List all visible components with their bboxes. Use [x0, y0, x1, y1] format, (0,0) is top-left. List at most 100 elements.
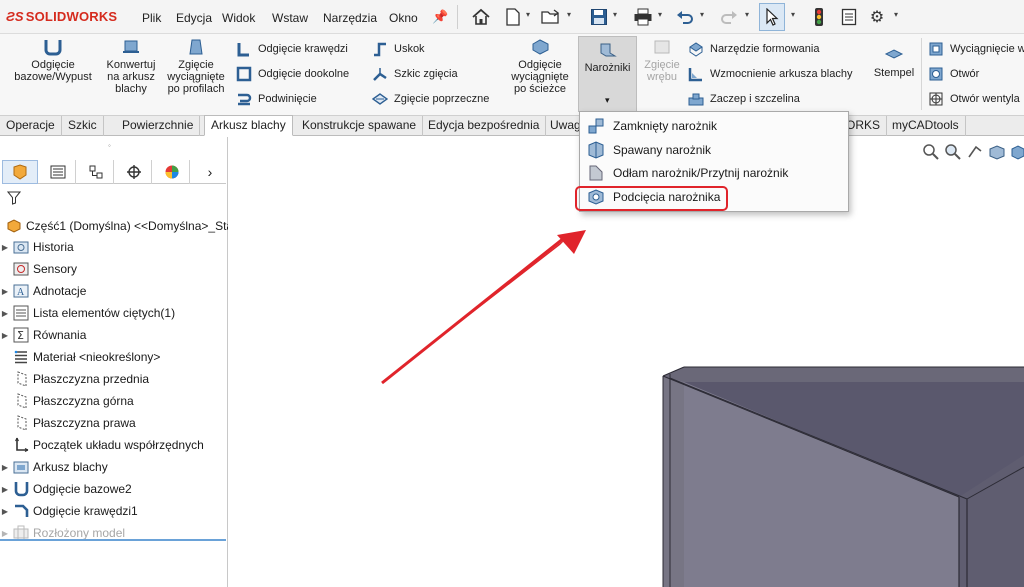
hem-button[interactable]: Podwinięcie [236, 90, 317, 108]
edge-flange-button[interactable]: Odgięcie krawędzi [236, 40, 348, 58]
solidworks-logo[interactable]: ƧS SOLIDWORKS [6, 9, 117, 24]
tree-item-historia[interactable]: ▶ Historia [0, 237, 228, 257]
chevron-down-icon[interactable]: ▾ [658, 10, 662, 19]
tree-item-odgiecie-krawedzi1[interactable]: ▶ Odgięcie krawędzi1 [0, 501, 228, 521]
extruded-cut-button[interactable]: Wyciągnięcie w [928, 40, 1024, 58]
corners-button-inner[interactable]: Narożniki [579, 41, 636, 74]
tree-item-plaszczyzna-przednia[interactable]: Płaszczyzna przednia [0, 369, 228, 389]
menu-edycja[interactable]: Edycja [176, 11, 212, 25]
tab-szkic[interactable]: Szkic [62, 116, 104, 136]
chevron-down-icon[interactable]: ▾ [613, 10, 617, 19]
select-cursor-button[interactable] [759, 3, 785, 31]
cross-break-icon [372, 93, 388, 105]
file-properties-icon[interactable] [838, 6, 860, 28]
tab-uwagi[interactable]: Uwag [544, 116, 580, 136]
tab-konstrukcje-spawane[interactable]: Konstrukcje spawane [296, 116, 424, 136]
rebuild-traffic-light-icon[interactable] [808, 6, 830, 28]
tab-powierzchnie[interactable]: Powierzchnie [116, 116, 201, 136]
lofted-bend-button[interactable]: Zgięcie wyciągnięte po profilach [164, 38, 228, 95]
corners-icon [600, 43, 617, 57]
menu-okno[interactable]: Okno [389, 11, 418, 25]
tree-item-poczatek-ukladu[interactable]: Początek układu współrzędnych [0, 435, 228, 455]
menu-plik[interactable]: Plik [142, 11, 161, 25]
closed-corner-item[interactable]: Zamknięty narożnik [582, 115, 846, 137]
expand-arrow-icon[interactable]: ▶ [0, 463, 10, 472]
undo-icon[interactable] [674, 6, 696, 28]
break-corner-item[interactable]: Odłam narożnik/Przytnij narożnik [582, 162, 846, 184]
print-icon[interactable] [632, 6, 654, 28]
chevron-down-icon[interactable]: ▾ [791, 10, 795, 19]
corners-button[interactable]: Narożniki ▾ [578, 36, 637, 112]
expand-arrow-icon[interactable]: ▶ [0, 485, 10, 494]
chevron-down-icon[interactable]: ▾ [526, 10, 530, 19]
property-manager-tab-icon[interactable] [40, 160, 76, 184]
display-manager-tab-icon[interactable] [154, 160, 190, 184]
new-document-icon[interactable] [502, 6, 524, 28]
ds-logo-icon: ƧS [6, 9, 24, 24]
expand-arrow-icon[interactable]: ▶ [0, 529, 10, 538]
tab-edycja-bezposrednia[interactable]: Edycja bezpośrednia [422, 116, 547, 136]
tree-item-adnotacje[interactable]: ▶ A Adnotacje [0, 281, 228, 301]
expand-arrow-icon[interactable]: ▶ [0, 309, 10, 318]
menu-narzedzia[interactable]: Narzędzia [323, 11, 377, 25]
closed-corner-icon [588, 118, 604, 134]
tab-slot-icon [688, 93, 704, 106]
cut-list-icon [13, 305, 29, 321]
menu-wstaw[interactable]: Wstaw [272, 11, 308, 25]
menu-widok[interactable]: Widok [222, 11, 255, 25]
expand-arrow-icon[interactable]: ▶ [0, 507, 10, 516]
extruded-cut-icon [929, 42, 943, 56]
feature-tree-tab-icon[interactable] [2, 160, 38, 184]
tree-item-lista-elementow[interactable]: ▶ Lista elementów ciętych(1) [0, 303, 228, 323]
welded-corner-item[interactable]: Spawany narożnik [582, 139, 846, 161]
tree-item-rownania[interactable]: ▶ Σ Równania [0, 325, 228, 345]
expand-arrow-icon[interactable]: ▶ [0, 287, 10, 296]
tree-item-plaszczyzna-gorna[interactable]: Płaszczyzna górna [0, 391, 228, 411]
rollback-bar[interactable] [0, 539, 226, 541]
tree-label: Lista elementów ciętych(1) [33, 306, 176, 320]
vent-button[interactable]: Otwór wentyla [928, 90, 1020, 108]
tree-item-arkusz-blachy[interactable]: ▶ Arkusz blachy [0, 457, 228, 477]
open-folder-icon[interactable] [540, 6, 562, 28]
cross-break-button[interactable]: Zgięcie poprzeczne [372, 90, 489, 108]
forming-tool-button[interactable]: Narzędzie formowania [688, 40, 819, 58]
chevron-right-icon[interactable]: › [192, 160, 228, 184]
tab-and-slot-button[interactable]: Zaczep i szczelina [688, 90, 800, 108]
vent-icon [929, 92, 943, 106]
jog-button[interactable]: Uskok [372, 40, 425, 58]
tree-item-material[interactable]: Materiał <nieokreślony> [0, 347, 228, 367]
stamp-button[interactable]: Stempel [872, 46, 916, 79]
sketched-bend-button[interactable]: Szkic zgięcia [372, 65, 458, 83]
lofted-bend-icon [189, 39, 203, 55]
configuration-manager-tab-icon[interactable] [78, 160, 114, 184]
hole-button[interactable]: Otwór [928, 65, 979, 83]
tab-operacje[interactable]: Operacje [0, 116, 62, 136]
convert-to-sheet-metal-button[interactable]: Konwertuj na arkusz blachy [100, 38, 162, 95]
chevron-down-icon[interactable]: ▾ [700, 10, 704, 19]
tab-arkusz-blachy[interactable]: Arkusz blachy [204, 115, 293, 136]
dimxpert-tab-icon[interactable] [116, 160, 152, 184]
miter-flange-button[interactable]: Odgięcie dookolne [236, 65, 349, 83]
base-flange-button[interactable]: Odgięcie bazowe/Wypust [10, 38, 96, 83]
gear-icon[interactable]: ⚙ [866, 6, 888, 28]
plane-icon [17, 415, 27, 431]
swept-flange-button[interactable]: Odgięcie wyciągnięte po ścieżce [506, 38, 574, 95]
expand-arrow-icon[interactable]: ▶ [0, 331, 10, 340]
tree-item-odgiecie-bazowe2[interactable]: ▶ Odgięcie bazowe2 [0, 479, 228, 499]
sketched-bend-label: Szkic zgięcia [394, 68, 458, 80]
pin-icon[interactable]: 📌 [432, 9, 448, 25]
chevron-down-icon[interactable]: ▾ [894, 10, 898, 19]
expand-arrow-icon[interactable]: ▶ [0, 243, 10, 252]
tree-item-sensory[interactable]: Sensory [0, 259, 228, 279]
chevron-down-icon[interactable]: ▾ [605, 95, 610, 106]
home-icon[interactable] [470, 6, 492, 28]
tree-root-part[interactable]: Część1 (Domyślna) <<Domyślna>_Sta [0, 216, 228, 236]
collapse-handle-icon[interactable]: ◦ [108, 141, 111, 150]
chevron-down-icon[interactable]: ▾ [567, 10, 571, 19]
break-corner-icon [589, 165, 603, 181]
tree-item-plaszczyzna-prawa[interactable]: Płaszczyzna prawa [0, 413, 228, 433]
tab-mycadtools[interactable]: myCADtools [886, 116, 966, 136]
save-icon[interactable] [588, 6, 610, 28]
filter-icon[interactable] [6, 191, 22, 208]
sheet-metal-gusset-button[interactable]: Wzmocnienie arkusza blachy [688, 65, 852, 83]
